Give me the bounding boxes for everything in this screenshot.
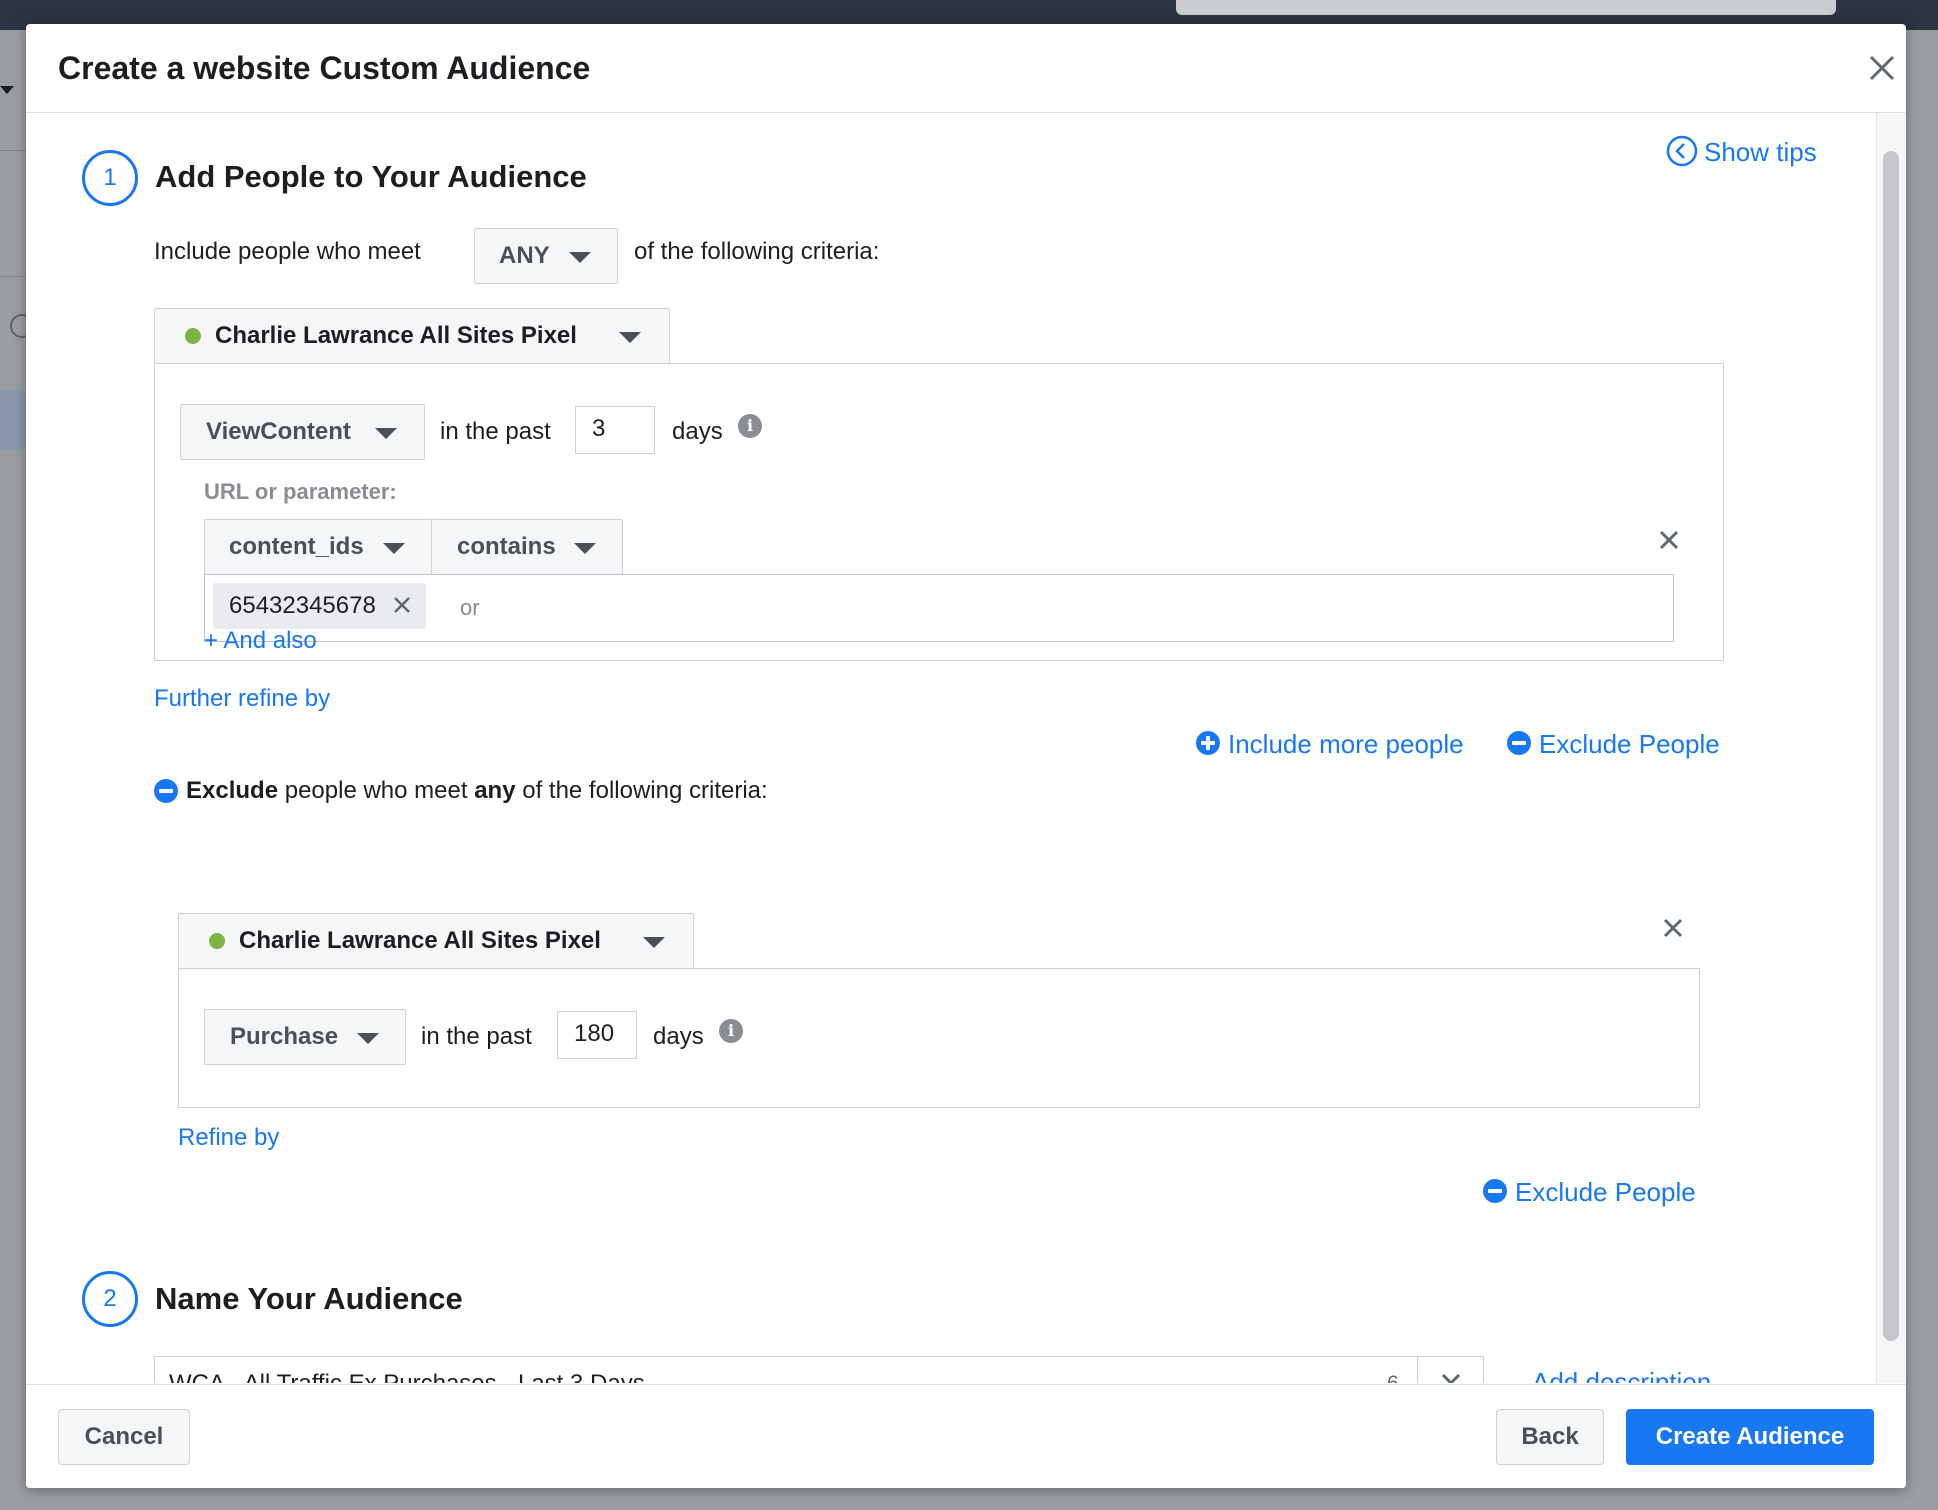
event-value: ViewContent <box>206 418 351 445</box>
dialog-body: Show tips 1 Add People to Your Audience … <box>26 113 1906 1383</box>
exclude-criteria-panel: Purchase in the past 180 days i <box>178 968 1700 1108</box>
chevron-down-icon <box>569 252 591 263</box>
pixel-status-icon <box>209 933 225 949</box>
exclude-pixel-name: Charlie Lawrance All Sites Pixel <box>239 927 601 954</box>
input-divider <box>1417 1357 1418 1383</box>
remove-rule-close-icon[interactable] <box>1656 527 1682 553</box>
days-label: days <box>672 418 723 445</box>
chevron-down-icon <box>643 937 665 948</box>
chevron-down-icon <box>619 332 641 343</box>
add-description-link[interactable]: Add description <box>1532 1367 1711 1383</box>
match-type-dropdown[interactable]: ANY <box>474 228 618 284</box>
include-suffix-text: of the following criteria: <box>634 238 880 265</box>
minus-circle-icon[interactable] <box>1483 1179 1507 1203</box>
audience-name-input[interactable]: WCA - All Traffic Ex Purchases - Last 3 … <box>154 1356 1484 1383</box>
parameter-placeholder: or <box>460 595 480 620</box>
exclude-days-input[interactable]: 180 <box>557 1011 637 1059</box>
parameter-operator-value: contains <box>457 533 556 560</box>
days-label: days <box>653 1023 704 1050</box>
exclude-bold-text: Exclude <box>186 777 279 804</box>
background-selected-row <box>0 390 26 450</box>
plus-circle-icon[interactable] <box>1196 731 1220 755</box>
chevron-down-icon <box>357 1033 379 1044</box>
cancel-button[interactable]: Cancel <box>58 1409 190 1465</box>
close-icon[interactable] <box>1862 48 1902 88</box>
chevron-down-icon <box>574 543 596 554</box>
pixel-status-icon <box>185 328 201 344</box>
show-tips-link[interactable]: Show tips <box>1704 137 1817 168</box>
exclude-pixel-dropdown[interactable]: Charlie Lawrance All Sites Pixel <box>178 913 694 969</box>
days-input[interactable]: 3 <box>575 406 655 454</box>
event-dropdown[interactable]: ViewContent <box>180 404 425 460</box>
step1-title: Add People to Your Audience <box>155 159 587 194</box>
dialog-header: Create a website Custom Audience <box>26 24 1906 113</box>
back-button[interactable]: Back <box>1496 1409 1604 1465</box>
in-the-past-text: in the past <box>440 418 551 445</box>
parameter-field-dropdown[interactable]: content_ids <box>204 519 432 575</box>
exclude-people-link-2[interactable]: Exclude People <box>1515 1177 1696 1208</box>
dialog-footer: Cancel Back Create Audience <box>26 1384 1906 1488</box>
parameter-value-text: 65432345678 <box>229 592 376 619</box>
create-custom-audience-dialog: Create a website Custom Audience Show ti… <box>26 24 1906 1488</box>
exclude-event-value: Purchase <box>230 1023 339 1050</box>
background-divider <box>0 150 26 151</box>
step-number-1: 1 <box>82 150 138 206</box>
minus-circle-icon[interactable] <box>1507 731 1531 755</box>
background-caret-icon <box>0 86 14 94</box>
include-more-people-link[interactable]: Include more people <box>1228 729 1464 760</box>
background-divider <box>0 276 26 277</box>
step-number-2: 2 <box>82 1271 138 1327</box>
parameter-operator-dropdown[interactable]: contains <box>431 519 623 575</box>
background-search-field <box>1176 0 1836 15</box>
remove-token-close-icon[interactable] <box>392 595 412 615</box>
in-the-past-text: in the past <box>421 1023 532 1050</box>
include-prefix-text: Include people who meet <box>154 238 421 265</box>
minus-circle-icon[interactable] <box>154 779 178 803</box>
clear-name-close-icon[interactable] <box>1439 1371 1463 1383</box>
chevron-down-icon <box>383 543 405 554</box>
url-parameter-label: URL or parameter: <box>204 479 397 504</box>
further-refine-link[interactable]: Further refine by <box>154 685 330 713</box>
refine-by-link[interactable]: Refine by <box>178 1124 279 1152</box>
exclude-people-link[interactable]: Exclude People <box>1539 729 1720 760</box>
chevron-down-icon <box>375 428 397 439</box>
audience-name-value: WCA - All Traffic Ex Purchases - Last 3 … <box>169 1370 645 1383</box>
scrollbar-thumb[interactable] <box>1883 151 1899 1341</box>
parameter-field-value: content_ids <box>229 533 364 560</box>
dialog-title: Create a website Custom Audience <box>58 50 591 86</box>
and-also-link[interactable]: + And also <box>204 627 317 655</box>
include-criteria-panel: ViewContent in the past 3 days i URL or … <box>154 363 1724 661</box>
parameter-value-token: 65432345678 <box>213 583 426 629</box>
parameter-value-input[interactable]: 65432345678 or <box>204 574 1674 642</box>
create-audience-button[interactable]: Create Audience <box>1626 1409 1874 1465</box>
remove-exclusion-close-icon[interactable] <box>1660 915 1686 941</box>
character-count: 6 <box>1387 1372 1399 1383</box>
exclude-event-dropdown[interactable]: Purchase <box>204 1009 406 1065</box>
info-icon[interactable]: i <box>738 414 762 438</box>
match-type-value: ANY <box>499 242 550 269</box>
exclude-any-text: any <box>474 777 516 804</box>
info-icon[interactable]: i <box>719 1019 743 1043</box>
exclude-mid-text: people who meet <box>284 777 468 804</box>
exclude-criteria-label: Exclude people who meet any of the follo… <box>186 777 768 805</box>
pixel-dropdown[interactable]: Charlie Lawrance All Sites Pixel <box>154 308 670 364</box>
exclude-suffix-text: of the following criteria: <box>522 777 768 804</box>
pixel-name: Charlie Lawrance All Sites Pixel <box>215 322 577 349</box>
chevron-left-circle-icon[interactable] <box>1666 135 1698 167</box>
step2-title: Name Your Audience <box>155 1281 463 1316</box>
